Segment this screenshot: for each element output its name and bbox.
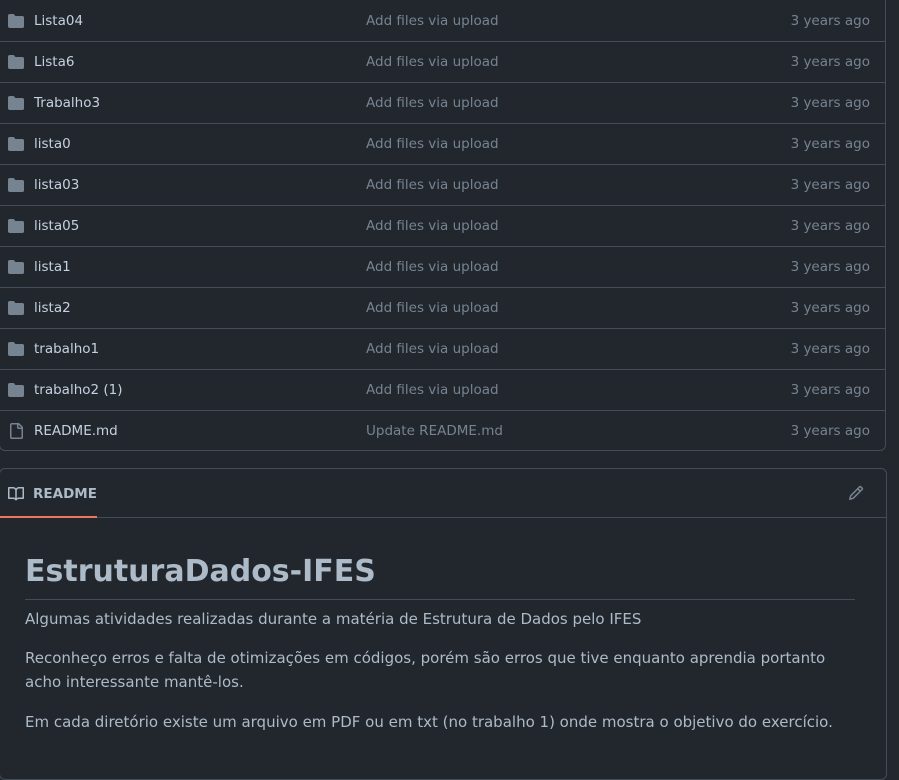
commit-message-link[interactable]: Add files via upload	[366, 370, 499, 410]
commit-message-link[interactable]: Add files via upload	[366, 288, 499, 328]
commit-age: 3 years ago	[790, 177, 870, 193]
file-row[interactable]: lista0 Add files via upload 3 years ago	[0, 124, 886, 165]
book-icon	[8, 486, 24, 501]
commit-age: 3 years ago	[790, 341, 870, 357]
commit-message-link[interactable]: Add files via upload	[366, 329, 499, 369]
commit-age: 3 years ago	[790, 259, 870, 275]
readme-tab[interactable]: README	[0, 469, 97, 518]
commit-message-link[interactable]: Add files via upload	[366, 83, 499, 123]
commit-age: 3 years ago	[790, 382, 870, 398]
readme-paragraph: Algumas atividades realizadas durante a …	[25, 610, 642, 628]
commit-age: 3 years ago	[790, 54, 870, 70]
folder-icon	[8, 14, 24, 28]
file-name-link[interactable]: trabalho2 (1)	[34, 370, 123, 410]
commit-age: 3 years ago	[790, 300, 870, 316]
folder-icon	[8, 219, 24, 233]
readme-paragraph: Em cada diretório existe um arquivo em P…	[25, 713, 833, 731]
commit-message-link[interactable]: Add files via upload	[366, 42, 499, 82]
commit-age: 3 years ago	[790, 95, 870, 111]
commit-message-link[interactable]: Add files via upload	[366, 206, 499, 246]
commit-message-link[interactable]: Update README.md	[366, 411, 503, 451]
readme-header: README	[0, 469, 886, 518]
readme-title: EstruturaDados-IFES	[25, 549, 855, 600]
folder-icon	[8, 178, 24, 192]
file-row[interactable]: lista05 Add files via upload 3 years ago	[0, 206, 886, 247]
commit-message-link[interactable]: Add files via upload	[366, 247, 499, 287]
readme-paragraph: Reconheço erros e falta de otimizações e…	[25, 649, 826, 691]
folder-icon	[8, 301, 24, 315]
file-row[interactable]: Trabalho3 Add files via upload 3 years ago	[0, 83, 886, 124]
readme-tab-label: README	[33, 486, 97, 502]
file-row[interactable]: trabalho1 Add files via upload 3 years ago	[0, 329, 886, 370]
file-name-link[interactable]: lista05	[34, 206, 79, 246]
file-row[interactable]: lista2 Add files via upload 3 years ago	[0, 288, 886, 329]
file-row[interactable]: README.md Update README.md 3 years ago	[0, 411, 886, 452]
file-name-link[interactable]: lista2	[34, 288, 71, 328]
commit-message-link[interactable]: Add files via upload	[366, 124, 499, 164]
commit-message-link[interactable]: Add files via upload	[366, 1, 499, 41]
folder-icon	[8, 260, 24, 274]
file-name-link[interactable]: trabalho1	[34, 329, 99, 369]
file-row[interactable]: trabalho2 (1) Add files via upload 3 years…	[0, 370, 886, 411]
file-name-link[interactable]: Lista04	[34, 1, 83, 41]
folder-icon	[8, 96, 24, 110]
file-row[interactable]: lista03 Add files via upload 3 years ago	[0, 165, 886, 206]
file-name-link[interactable]: lista03	[34, 165, 79, 205]
commit-age: 3 years ago	[790, 136, 870, 152]
file-list: Lista04 Add files via upload 3 years ago Li…	[0, 0, 886, 451]
pencil-icon[interactable]	[848, 485, 864, 501]
commit-age: 3 years ago	[790, 218, 870, 234]
readme-content: EstruturaDados-IFES Algumas atividades r…	[25, 549, 855, 731]
file-row[interactable]: lista1 Add files via upload 3 years ago	[0, 247, 886, 288]
commit-age: 3 years ago	[790, 13, 870, 29]
file-name-link[interactable]: Lista6	[34, 42, 74, 82]
commit-message-link[interactable]: Add files via upload	[366, 165, 499, 205]
file-icon	[10, 423, 23, 439]
file-name-link[interactable]: lista0	[34, 124, 71, 164]
commit-age: 3 years ago	[790, 423, 870, 439]
readme-panel: README EstruturaDados-IFES Algumas ativi…	[0, 468, 887, 780]
file-row[interactable]: Lista6 Add files via upload 3 years ago	[0, 42, 886, 83]
file-name-link[interactable]: Trabalho3	[34, 83, 100, 123]
folder-icon	[8, 137, 24, 151]
file-row[interactable]: Lista04 Add files via upload 3 years ago	[0, 1, 886, 42]
folder-icon	[8, 383, 24, 397]
file-name-link[interactable]: lista1	[34, 247, 71, 287]
file-name-link[interactable]: README.md	[34, 411, 118, 451]
folder-icon	[8, 342, 24, 356]
folder-icon	[8, 55, 24, 69]
